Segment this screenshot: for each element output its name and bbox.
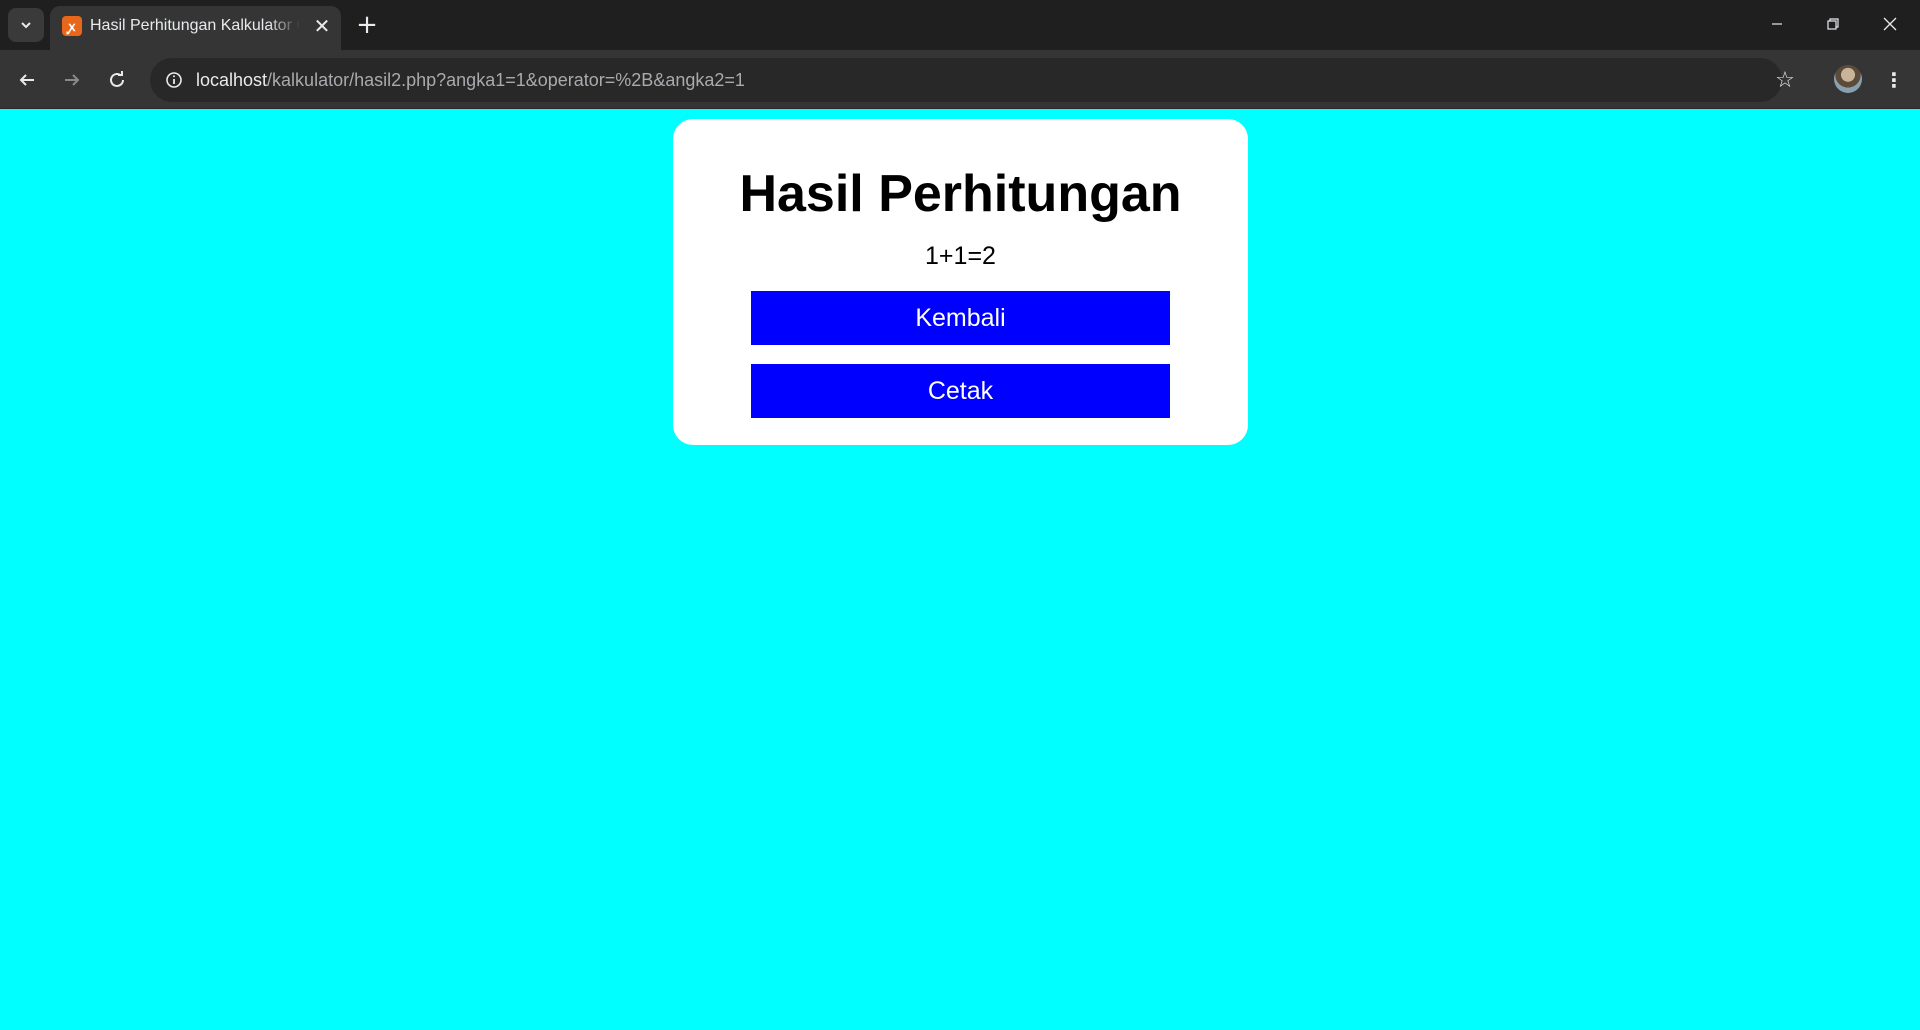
xampp-icon: ꭙ — [62, 16, 82, 36]
profile-avatar[interactable] — [1834, 65, 1862, 93]
close-icon — [1883, 17, 1897, 31]
browser-chrome: ꭙ Hasil Perhitungan Kalkulator Online ✕ … — [0, 0, 1920, 109]
close-window-button[interactable] — [1862, 4, 1918, 44]
back-button[interactable] — [9, 62, 45, 98]
minimize-icon — [1772, 23, 1782, 25]
tab-close-icon[interactable]: ✕ — [310, 14, 334, 38]
forward-button[interactable] — [54, 62, 90, 98]
tab-search-button[interactable] — [8, 8, 44, 42]
bookmark-star-icon[interactable]: ☆ — [1771, 66, 1799, 94]
page-viewport: Hasil Perhitungan 1+1=2 Kembali Cetak — [0, 109, 1920, 1030]
url-host: localhost — [196, 70, 268, 90]
print-button[interactable]: Cetak — [751, 364, 1170, 418]
browser-tab[interactable]: ꭙ Hasil Perhitungan Kalkulator Online ✕ — [50, 6, 341, 50]
result-card: Hasil Perhitungan 1+1=2 Kembali Cetak — [673, 119, 1248, 445]
browser-menu-button[interactable]: ⋮ — [1880, 62, 1908, 98]
reload-button[interactable] — [99, 62, 135, 98]
address-bar[interactable]: localhost/kalkulator/hasil2.php?angka1=1… — [150, 58, 1795, 102]
tab-strip: ꭙ Hasil Perhitungan Kalkulator Online ✕ … — [0, 0, 1920, 50]
url-path: /kalkulator/hasil2.php?angka1=1&operator… — [267, 70, 745, 90]
info-icon — [166, 72, 182, 88]
tab-title: Hasil Perhitungan Kalkulator Online — [90, 17, 300, 34]
back-button-kembali[interactable]: Kembali — [751, 291, 1170, 345]
new-tab-button[interactable]: + — [350, 8, 384, 42]
calculation-result: 1+1=2 — [925, 242, 996, 270]
restore-icon — [1827, 18, 1839, 30]
url-text[interactable]: localhost/kalkulator/hasil2.php?angka1=1… — [196, 70, 745, 91]
browser-toolbar: localhost/kalkulator/hasil2.php?angka1=1… — [0, 50, 1920, 109]
arrow-right-icon — [65, 74, 80, 86]
restore-button[interactable] — [1805, 4, 1861, 44]
reload-icon — [110, 71, 124, 87]
site-info-icon[interactable] — [160, 66, 188, 94]
arrow-left-icon — [19, 74, 34, 86]
chevron-down-icon — [21, 22, 31, 29]
page-title: Hasil Perhitungan — [739, 165, 1182, 223]
minimize-button[interactable] — [1749, 4, 1805, 44]
